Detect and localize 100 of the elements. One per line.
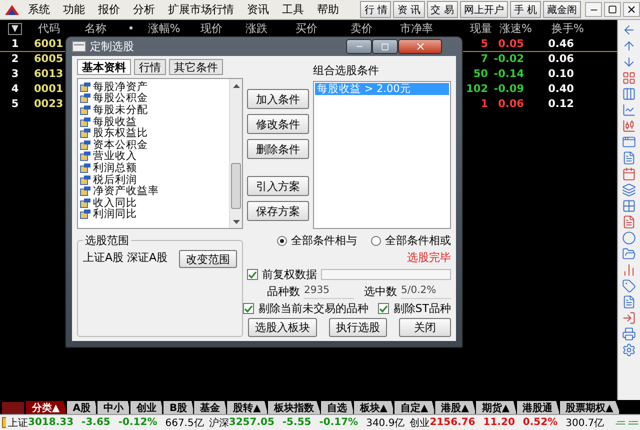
minimize-button[interactable] [585, 2, 602, 17]
document-icon[interactable] [622, 215, 636, 229]
quick-button[interactable]: 手 机 [510, 1, 541, 18]
market-tab[interactable]: 板块指数 [268, 401, 321, 414]
column-header[interactable]: 涨跌 [246, 22, 268, 35]
document-icon[interactable] [622, 151, 636, 165]
maximize-icon [381, 42, 389, 50]
bar-chart-icon[interactable] [622, 263, 636, 277]
column-header[interactable]: • [128, 22, 134, 35]
column-header[interactable]: 代码 [38, 22, 60, 35]
market-tab[interactable]: 中小 [97, 401, 130, 414]
market-tab[interactable]: 期货▲ [476, 401, 517, 414]
quick-button[interactable]: 藏金阁 [543, 1, 581, 18]
menu-item[interactable]: 工具 [282, 2, 304, 16]
column-header[interactable]: 名称 [84, 22, 106, 35]
menu-item[interactable]: 功能 [63, 2, 85, 16]
arrow-left-icon[interactable] [622, 23, 636, 37]
sort-dropdown[interactable]: ▼ [8, 22, 22, 34]
close-button[interactable] [623, 2, 640, 17]
menu-item[interactable]: 资讯 [247, 2, 269, 16]
checkbox[interactable] [243, 303, 254, 314]
tab[interactable]: 基本资料 [77, 59, 131, 75]
folder-icon[interactable] [622, 247, 636, 261]
tab[interactable]: 行情 [134, 59, 166, 75]
quick-button[interactable]: 网上开户 [460, 1, 508, 18]
market-tab[interactable]: A股 [66, 401, 98, 414]
market-tab[interactable]: 分类▲ [26, 401, 67, 414]
login-icon[interactable] [622, 311, 636, 325]
menu-item[interactable]: 报价 [98, 2, 120, 16]
dialog-button[interactable]: 关闭 [399, 318, 451, 337]
column-header[interactable]: 市净率 [400, 22, 433, 35]
quick-button[interactable]: 资 讯 [393, 1, 425, 18]
market-tab[interactable]: 股转▲ [227, 401, 268, 414]
close-button[interactable] [398, 39, 442, 54]
condition-button[interactable]: 修改条件 [247, 114, 309, 134]
market-tab[interactable]: B股 [163, 401, 194, 414]
list-item[interactable]: 每股未分配 [93, 102, 148, 117]
plan-button[interactable]: 引入方案 [247, 176, 309, 196]
change-range-button[interactable]: 改变范围 [179, 250, 237, 268]
table-cell-text: 3 [10, 68, 20, 80]
list-item[interactable]: 每股净资产 [93, 80, 148, 94]
market-tab[interactable]: 港股▲ [435, 401, 476, 414]
document-icon[interactable] [622, 295, 636, 309]
radio-button[interactable] [277, 236, 287, 246]
dialog-button[interactable]: 执行选股 [329, 318, 387, 337]
menu-item[interactable]: 系统 [28, 2, 50, 16]
maximize-button[interactable] [372, 39, 398, 54]
market-tab[interactable]: 自选 [320, 401, 354, 414]
layers-icon[interactable] [622, 183, 636, 197]
list-item[interactable]: 每股公积金 [93, 91, 148, 106]
market-tab[interactable]: 板块▲ [354, 401, 394, 414]
maximize-button[interactable] [604, 2, 621, 17]
market-tab[interactable]: 自定▲ [394, 401, 436, 414]
tab[interactable]: 其它条件 [169, 59, 223, 75]
line-chart-icon[interactable] [622, 103, 636, 117]
list-item[interactable]: 利润总额 [93, 160, 137, 175]
radio-button[interactable] [371, 236, 381, 246]
market-tab[interactable]: 港股通 [516, 401, 560, 414]
quick-button[interactable]: 行 情 [360, 1, 392, 18]
market-tab[interactable]: 股票期权▲ [560, 401, 620, 414]
dialog-button[interactable]: 选股入板块 [248, 318, 317, 337]
checkbox[interactable] [378, 303, 390, 314]
menu-item[interactable]: 帮助 [317, 2, 339, 16]
candlestick-icon[interactable] [622, 119, 636, 133]
column-header[interactable]: 现价 [200, 22, 222, 35]
menu-item[interactable]: 分析 [133, 2, 155, 16]
grid-icon[interactable] [622, 71, 636, 85]
market-tab[interactable]: 创业 [130, 401, 164, 414]
list-item[interactable]: 利润同比 [93, 207, 137, 222]
quick-button[interactable]: 交 易 [426, 1, 458, 18]
menu-item[interactable]: 扩展市场行情 [168, 2, 234, 16]
columns-icon[interactable] [622, 87, 636, 101]
calendar-icon[interactable] [622, 167, 636, 181]
column-header[interactable]: 涨速% [500, 22, 532, 35]
column-header[interactable]: 卖价 [350, 22, 372, 35]
condition-button[interactable]: 删除条件 [247, 139, 309, 159]
column-header[interactable]: 买价 [296, 22, 318, 35]
grid-icon[interactable] [622, 199, 636, 213]
printer-icon[interactable] [622, 327, 636, 341]
list-item[interactable]: 每股收益 [93, 114, 137, 129]
minimize-button[interactable] [346, 39, 372, 54]
window-icon[interactable] [622, 135, 636, 149]
scrollbar-thumb[interactable] [231, 163, 241, 209]
circle-icon[interactable] [622, 231, 636, 245]
column-header[interactable]: 换手% [552, 22, 584, 35]
column-header[interactable]: 涨幅% [148, 22, 180, 35]
table-cell-text: 0001 [33, 82, 64, 96]
plan-button[interactable]: 保存方案 [247, 201, 309, 221]
list-item[interactable]: 股东权益比 [93, 126, 148, 140]
scrollbar[interactable] [229, 79, 242, 228]
list-item[interactable]: 净资产收益率 [93, 184, 159, 198]
tag-icon[interactable] [622, 279, 636, 293]
field-icon [80, 186, 91, 196]
index-name: 上证 [8, 416, 28, 430]
column-header[interactable]: 现量 [470, 22, 492, 35]
checkbox[interactable] [247, 269, 258, 280]
list-item[interactable]: 营业收入 [93, 149, 137, 164]
condition-button[interactable]: 加入条件 [247, 89, 309, 109]
settings-icon[interactable] [622, 343, 636, 357]
market-tab[interactable]: 基金 [194, 401, 228, 414]
